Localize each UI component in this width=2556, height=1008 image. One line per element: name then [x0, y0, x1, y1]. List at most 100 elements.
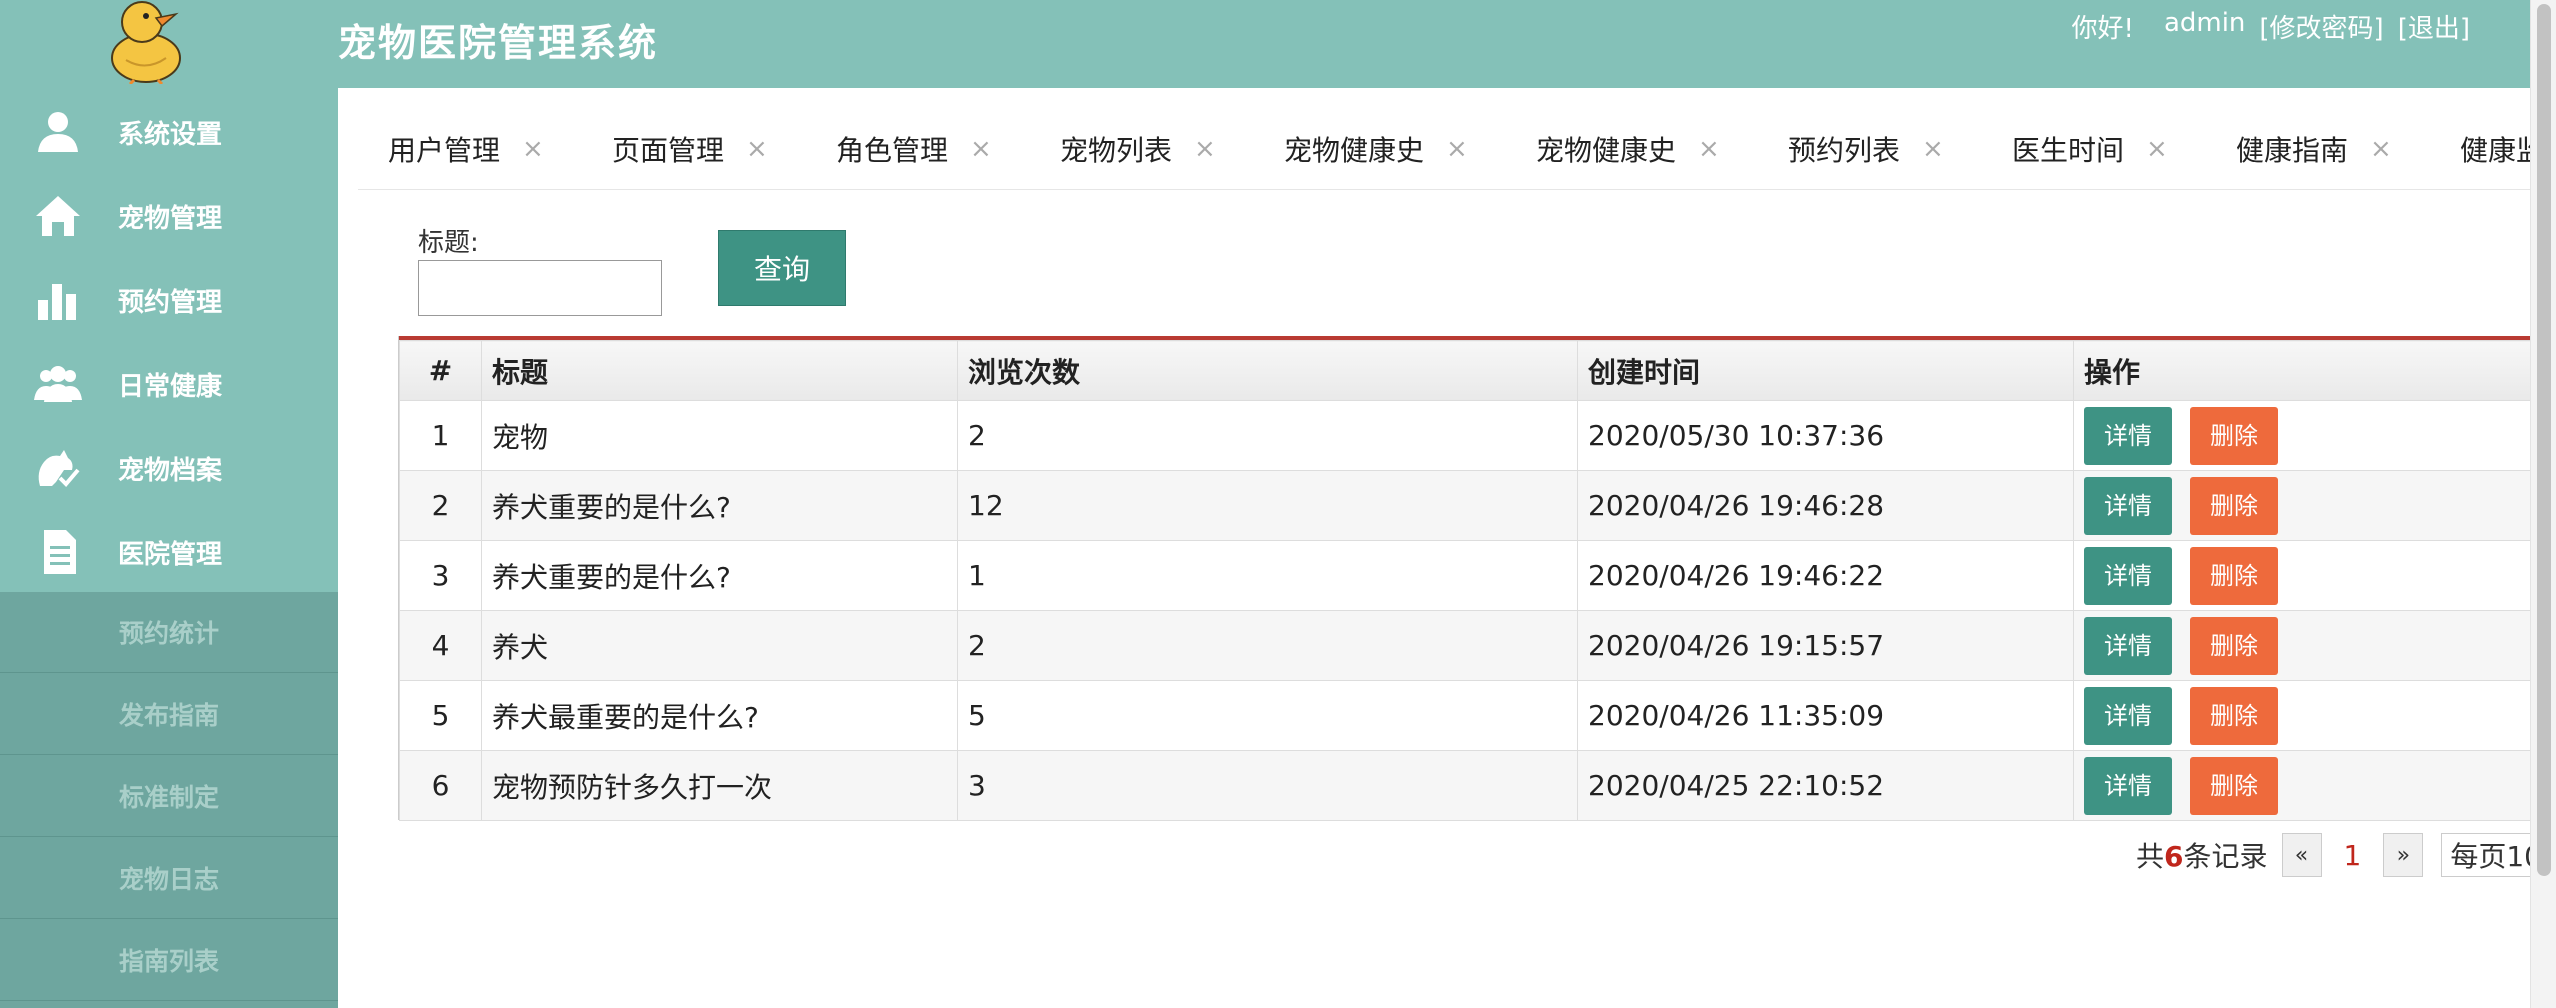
close-icon[interactable]: × [970, 134, 992, 164]
close-icon[interactable]: × [1194, 134, 1216, 164]
cell-views: 12 [957, 470, 1578, 541]
cell-views: 3 [957, 750, 1578, 821]
sidebar-item-pet-records[interactable]: 宠物档案 [0, 426, 338, 510]
delete-button[interactable]: 删除 [2190, 546, 2278, 605]
submenu-item-label: 宠物日志 [118, 865, 219, 894]
detail-button[interactable]: 详情 [2084, 756, 2172, 815]
sidebar-item-appointment-management[interactable]: 预约管理 [0, 258, 338, 342]
pagination: 共6条记录 « 1 » 每页10 [2136, 830, 2551, 880]
col-header-created[interactable]: 创建时间 [1577, 340, 2074, 401]
user-icon [38, 112, 78, 152]
table-row: 1 宠物 2 2020/05/30 10:37:36 详情 删除 [399, 400, 2532, 471]
close-icon[interactable]: × [1698, 134, 1720, 164]
change-password-link[interactable]: [修改密码] [2259, 8, 2383, 45]
tab-label: 用户管理 [388, 134, 501, 167]
col-header-views[interactable]: 浏览次数 [957, 340, 1578, 401]
scrollbar-thumb[interactable] [2537, 4, 2551, 876]
cell-title: 宠物 [481, 400, 958, 471]
cell-actions: 详情 删除 [2073, 400, 2532, 471]
close-icon[interactable]: × [746, 134, 768, 164]
delete-button[interactable]: 删除 [2190, 476, 2278, 535]
cell-index: 2 [399, 470, 482, 541]
close-icon[interactable]: × [522, 134, 544, 164]
cell-index: 1 [399, 400, 482, 471]
tab-doctor-time[interactable]: 医生时间 × [2012, 108, 2168, 189]
tab-label: 宠物列表 [1060, 134, 1173, 167]
table-header-row: # 标题 浏览次数 创建时间 操作 [399, 340, 2532, 401]
tab-health-guide[interactable]: 健康指南 × [2236, 108, 2392, 189]
tab-appointment-list[interactable]: 预约列表 × [1788, 108, 1944, 189]
detail-button[interactable]: 详情 [2084, 406, 2172, 465]
cell-created: 2020/04/25 22:10:52 [1577, 750, 2074, 821]
duck-logo-icon [111, 1, 181, 84]
sidebar-item-label: 系统设置 [118, 119, 223, 150]
tab-health-monitor[interactable]: 健康监 [2460, 108, 2530, 189]
close-icon[interactable]: × [1446, 134, 1468, 164]
submenu-item-pet-log[interactable]: 宠物日志 [0, 838, 338, 919]
col-header-actions: 操作 [2073, 340, 2532, 401]
submenu-item-publish-guide[interactable]: 发布指南 [0, 674, 338, 755]
submenu-item-guide-list[interactable]: 指南列表 [0, 920, 338, 1001]
cell-index: 4 [399, 610, 482, 681]
tab-pet-list[interactable]: 宠物列表 × [1060, 108, 1216, 189]
submenu-item-standards[interactable]: 标准制定 [0, 756, 338, 837]
cell-title: 养犬最重要的是什么? [481, 680, 958, 751]
cell-views: 2 [957, 400, 1578, 471]
user-area: 你好! admin [修改密码] [退出] [2072, 8, 2471, 45]
query-button[interactable]: 查询 [718, 230, 846, 306]
sidebar-item-system-settings[interactable]: 系统设置 [0, 90, 338, 174]
cell-title: 宠物预防针多久打一次 [481, 750, 958, 821]
title-search-input[interactable] [418, 260, 662, 316]
sidebar-item-label: 宠物档案 [118, 455, 223, 486]
main-content: 用户管理 × 页面管理 × 角色管理 × 宠物列表 × 宠物健康史 × 宠物健康… [338, 88, 2551, 1008]
col-header-title[interactable]: 标题 [481, 340, 958, 401]
tab-label: 健康监 [2460, 134, 2530, 167]
submenu-item-label: 指南列表 [118, 947, 219, 976]
sidebar-item-label: 医院管理 [118, 539, 223, 570]
detail-button[interactable]: 详情 [2084, 686, 2172, 745]
tab-pet-health-history[interactable]: 宠物健康史 × [1284, 108, 1468, 189]
cell-actions: 详情 删除 [2073, 470, 2532, 541]
prev-page-button[interactable]: « [2281, 833, 2322, 877]
sidebar-item-daily-health[interactable]: 日常健康 [0, 342, 338, 426]
detail-button[interactable]: 详情 [2084, 546, 2172, 605]
cell-actions: 详情 删除 [2073, 610, 2532, 681]
pet-check-icon [38, 450, 80, 487]
close-icon[interactable]: × [2370, 134, 2392, 164]
detail-button[interactable]: 详情 [2084, 476, 2172, 535]
cell-actions: 详情 删除 [2073, 750, 2532, 821]
app-title: 宠物医院管理系统 [338, 21, 659, 65]
delete-button[interactable]: 删除 [2190, 686, 2278, 745]
vertical-scrollbar[interactable] [2530, 0, 2556, 1008]
table-row: 4 养犬 2 2020/04/26 19:15:57 详情 删除 [399, 610, 2532, 681]
delete-button[interactable]: 删除 [2190, 616, 2278, 675]
delete-button[interactable]: 删除 [2190, 756, 2278, 815]
greeting-text: 你好! [2071, 14, 2134, 44]
tab-pet-health-history-2[interactable]: 宠物健康史 × [1536, 108, 1720, 189]
top-header: 宠物医院管理系统 你好! admin [修改密码] [退出] [0, 0, 2530, 88]
cell-index: 3 [399, 540, 482, 611]
cell-created: 2020/05/30 10:37:36 [1577, 400, 2074, 471]
tab-page-management[interactable]: 页面管理 × [612, 108, 768, 189]
cell-index: 6 [399, 750, 482, 821]
cell-title: 养犬重要的是什么? [481, 540, 958, 611]
sidebar-item-hospital-management[interactable]: 医院管理 [0, 510, 338, 594]
col-header-index[interactable]: # [399, 340, 482, 401]
sidebar-item-pet-management[interactable]: 宠物管理 [0, 174, 338, 258]
tab-role-management[interactable]: 角色管理 × [836, 108, 992, 189]
submenu-item-appointment-stats[interactable]: 预约统计 [0, 592, 338, 673]
record-count: 共6条记录 [2136, 835, 2268, 875]
logout-link[interactable]: [退出] [2398, 8, 2470, 45]
close-icon[interactable]: × [2146, 134, 2168, 164]
current-page[interactable]: 1 [2344, 839, 2362, 872]
record-count-suffix: 条记录 [2183, 840, 2268, 873]
table-row: 6 宠物预防针多久打一次 3 2020/04/25 22:10:52 详情 删除 [399, 750, 2532, 821]
cell-actions: 详情 删除 [2073, 680, 2532, 751]
delete-button[interactable]: 删除 [2190, 406, 2278, 465]
cell-created: 2020/04/26 11:35:09 [1577, 680, 2074, 751]
next-page-button[interactable]: » [2383, 833, 2424, 877]
detail-button[interactable]: 详情 [2084, 616, 2172, 675]
close-icon[interactable]: × [1922, 134, 1944, 164]
tab-user-management[interactable]: 用户管理 × [388, 108, 544, 189]
table-row: 3 养犬重要的是什么? 1 2020/04/26 19:46:22 详情 删除 [399, 540, 2532, 611]
